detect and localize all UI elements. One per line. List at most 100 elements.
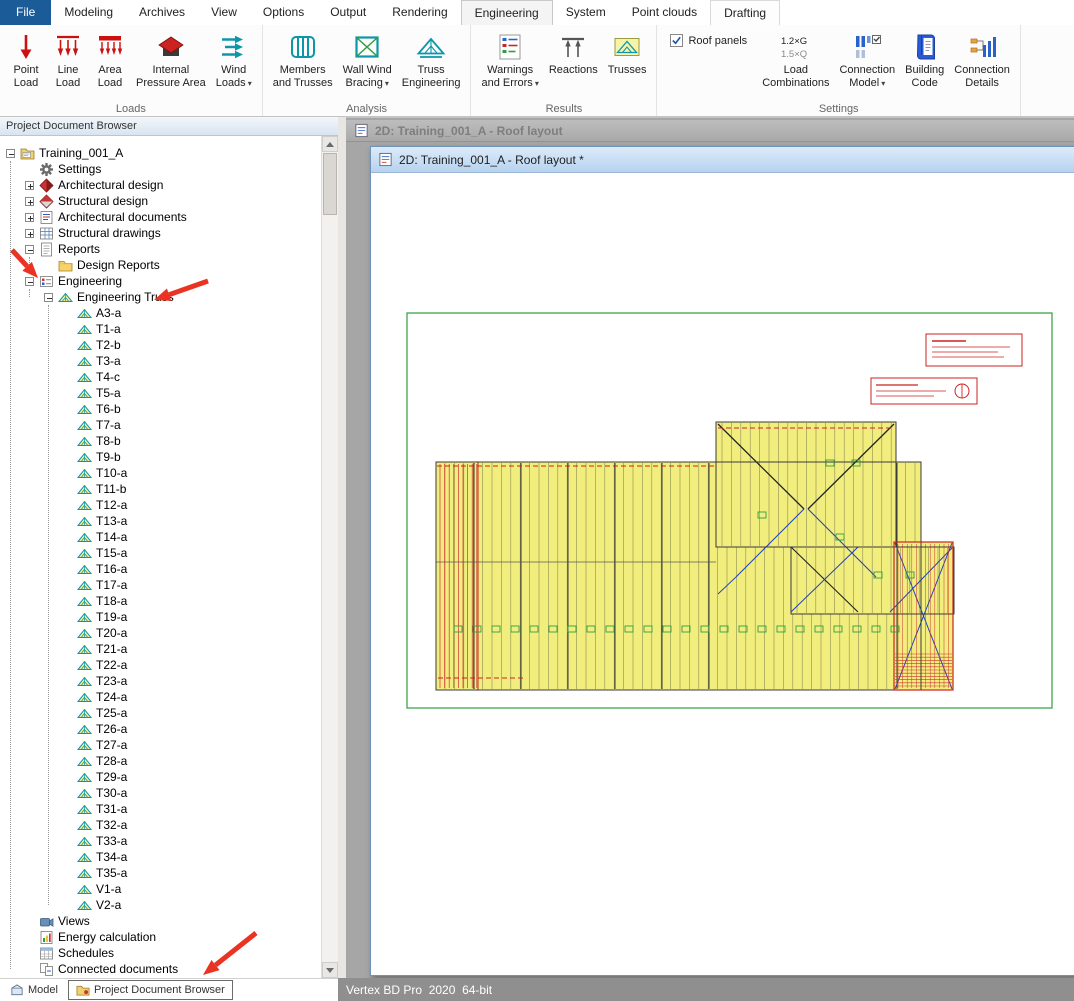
ribbon-group-content: Membersand TrussesWall WindBracing▾Truss…	[268, 27, 466, 102]
tree-item-label: Engineering Truss	[77, 290, 174, 304]
tree-item-label: T5-a	[96, 386, 121, 400]
tree-item-settings[interactable]: Settings	[0, 161, 321, 177]
menu-tab-options[interactable]: Options	[250, 0, 317, 25]
tree-item-label: T26-a	[96, 722, 127, 736]
collapse-toggle-icon[interactable]	[25, 245, 34, 254]
ribbon-button-line-load[interactable]: LineLoad	[47, 27, 89, 90]
scroll-down-button[interactable]	[322, 962, 338, 978]
truss-icon	[77, 754, 92, 769]
tree-item-architectural-design[interactable]: Architectural design	[0, 177, 321, 193]
tree-item-label: A3-a	[96, 306, 121, 320]
collapse-toggle-icon[interactable]	[6, 149, 15, 158]
ribbon-button-area-load[interactable]: AreaLoad	[89, 27, 131, 90]
menu-tab-point-clouds[interactable]: Point clouds	[619, 0, 710, 25]
truss-icon	[77, 338, 92, 353]
tree-guide-line	[29, 289, 30, 297]
expander-slot	[25, 197, 38, 206]
ribbon-button-connection-details[interactable]: ConnectionDetails	[949, 27, 1015, 90]
expand-toggle-icon[interactable]	[25, 181, 34, 190]
tree-item-label: T21-a	[96, 642, 127, 656]
drawing-window-titlebar[interactable]: 2D: Training_001_A - Roof layout *	[371, 147, 1074, 173]
background-window-titlebar[interactable]: 2D: Training_001_A - Roof layout	[346, 120, 1074, 142]
tree-item-training-001-a[interactable]: Training_001_A	[0, 145, 321, 161]
ribbon-button-label-text: and Errors	[481, 77, 532, 89]
menu-tab-view[interactable]: View	[198, 0, 250, 25]
ribbon-button-point-load[interactable]: PointLoad	[5, 27, 47, 90]
ribbon-button-wind-loads[interactable]: WindLoads▾	[211, 27, 257, 90]
scroll-up-button[interactable]	[322, 136, 338, 152]
tree-item-design-reports[interactable]: Design Reports	[0, 257, 321, 273]
menu-tab-rendering[interactable]: Rendering	[379, 0, 460, 25]
panel-splitter[interactable]	[338, 117, 346, 978]
expander-slot	[6, 149, 19, 158]
panel-tab-model[interactable]: Model	[3, 981, 65, 999]
collapse-toggle-icon[interactable]	[44, 293, 53, 302]
tree-item-label: T8-b	[96, 434, 121, 448]
dropdown-arrow-icon: ▾	[535, 79, 539, 88]
menu-tab-output[interactable]: Output	[317, 0, 379, 25]
ribbon-button-wall-wind-bracing[interactable]: Wall WindBracing▾	[338, 27, 397, 90]
menu-tab-engineering[interactable]: Engineering	[461, 0, 553, 25]
tree-item-reports[interactable]: Reports	[0, 241, 321, 257]
ribbon-button-label-text: Reactions	[549, 64, 598, 76]
expand-toggle-icon[interactable]	[25, 213, 34, 222]
tree-item-label: Design Reports	[77, 258, 160, 272]
tree-item-views[interactable]: Views	[0, 913, 321, 929]
roof-panels-checkbox[interactable]: Roof panels	[670, 34, 747, 47]
menu-tab-archives[interactable]: Archives	[126, 0, 198, 25]
truss-icon	[77, 802, 92, 817]
tree-scrollbar[interactable]	[321, 136, 338, 978]
menu-tab-system[interactable]: System	[553, 0, 619, 25]
tree-item-structural-drawings[interactable]: Structural drawings	[0, 225, 321, 241]
expand-toggle-icon[interactable]	[25, 229, 34, 238]
ribbon-button-label: Wall Wind	[343, 64, 392, 77]
menu-tab-drafting[interactable]: Drafting	[710, 0, 780, 25]
drawing-canvas[interactable]	[371, 173, 1074, 975]
ribbon-button-label: Point	[13, 64, 38, 77]
warnings-icon	[495, 30, 525, 64]
tree-item-label: Structural drawings	[58, 226, 161, 240]
truss-icon	[77, 514, 92, 529]
project-document-browser-panel: Project Document Browser Training_001_AS…	[0, 117, 338, 978]
tree-item-architectural-documents[interactable]: Architectural documents	[0, 209, 321, 225]
connected-docs-icon	[39, 962, 54, 977]
tree-item-label: Architectural documents	[58, 210, 187, 224]
ribbon-button-building-code[interactable]: BuildingCode	[900, 27, 949, 90]
panel-tab-project-document-browser[interactable]: Project Document Browser	[68, 980, 233, 1000]
menu-tab-modeling[interactable]: Modeling	[51, 0, 126, 25]
trusses-icon	[612, 30, 642, 64]
scroll-thumb[interactable]	[323, 153, 337, 215]
tree-guide-line	[10, 161, 11, 969]
ribbon-button-truss-engineering[interactable]: TrussEngineering	[397, 27, 466, 90]
truss-icon	[77, 610, 92, 625]
tree-item-engineering[interactable]: Engineering	[0, 273, 321, 289]
ribbon-button-warnings-and-errors[interactable]: Warningsand Errors▾	[476, 27, 543, 90]
dropdown-arrow-icon: ▾	[385, 79, 389, 88]
tree-item-structural-design[interactable]: Structural design	[0, 193, 321, 209]
tree-item-label: V1-a	[96, 882, 121, 896]
connection-model-icon	[852, 30, 882, 64]
ribbon-button-trusses[interactable]: Trusses	[603, 27, 652, 77]
ribbon-button-load-combinations[interactable]: 1.2×G1.5×QLoadCombinations	[757, 27, 834, 90]
connection-details-icon	[967, 30, 997, 64]
tree-item-label: T33-a	[96, 834, 127, 848]
tree-item-energy-calculation[interactable]: Energy calculation	[0, 929, 321, 945]
tree-item-schedules[interactable]: Schedules	[0, 945, 321, 961]
menu-tab-file[interactable]: File	[0, 0, 51, 25]
status-text: Vertex BD Pro 2020 64-bit	[346, 983, 492, 997]
ribbon-button-members-and-trusses[interactable]: Membersand Trusses	[268, 27, 338, 90]
collapse-toggle-icon[interactable]	[25, 277, 34, 286]
tree-item-label: T6-b	[96, 402, 121, 416]
tree-item-connected-documents[interactable]: Connected documents	[0, 961, 321, 977]
ribbon-button-internal-pressure-area[interactable]: InternalPressure Area	[131, 27, 211, 90]
truss-icon	[77, 482, 92, 497]
tree-item-label: T31-a	[96, 802, 127, 816]
expand-toggle-icon[interactable]	[25, 197, 34, 206]
ribbon-button-reactions[interactable]: Reactions	[544, 27, 603, 77]
tree-item-label: T30-a	[96, 786, 127, 800]
settings-checkbox-column: Roof panels	[662, 27, 757, 47]
ribbon-button-connection-model[interactable]: ConnectionModel▾	[834, 27, 900, 90]
tree-item-engineering-truss[interactable]: Engineering Truss	[0, 289, 321, 305]
ribbon-group-settings: Roof panels1.2×G1.5×QLoadCombinationsCon…	[657, 25, 1020, 116]
ribbon-button-label-text: Warnings	[487, 64, 533, 76]
